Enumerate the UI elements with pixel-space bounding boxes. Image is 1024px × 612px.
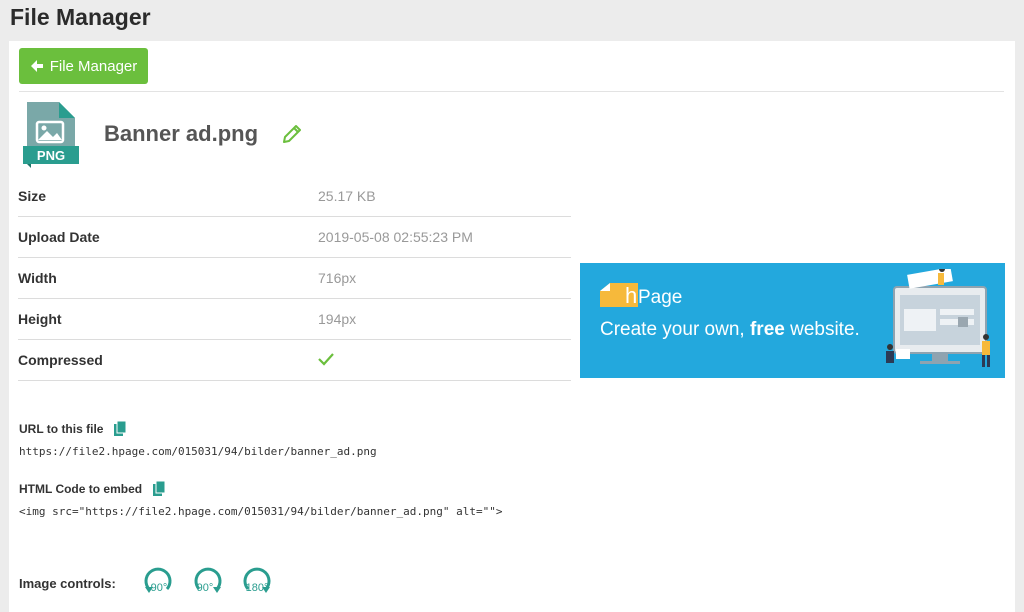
rotate-180-label: 180° [246, 582, 269, 594]
info-row-size: Size 25.17 KB [18, 176, 571, 217]
logo-letter: h [625, 283, 638, 308]
info-label: Size [18, 188, 47, 204]
png-file-icon: PNG [23, 102, 79, 168]
copy-url-icon[interactable] [113, 421, 127, 437]
rotate-left-90-button[interactable]: 90° [141, 565, 175, 599]
info-label: Upload Date [18, 229, 100, 245]
info-label: Compressed [18, 352, 103, 368]
divider [19, 91, 1004, 92]
file-name: Banner ad.png [104, 121, 259, 146]
info-label: Height [18, 311, 62, 327]
back-to-file-manager-button[interactable]: File Manager [19, 48, 148, 84]
banner-tagline: Create your own, free website. [600, 319, 860, 341]
file-details-panel: File Manager PNG Banner ad.png Size 25.1… [9, 41, 1015, 612]
tagline-bold: free [749, 319, 785, 340]
file-info-table: Size 25.17 KB Upload Date 2019-05-08 02:… [18, 176, 571, 381]
logo-text: Page [638, 287, 683, 308]
arrow-left-icon [30, 59, 44, 73]
back-button-label: File Manager [49, 57, 138, 75]
info-row-width: Width 716px [18, 258, 571, 299]
rotate-left-label: 90° [151, 582, 168, 594]
rotate-right-90-button[interactable]: 90° [191, 565, 225, 599]
pencil-edit-icon[interactable] [281, 123, 303, 145]
info-label: Width [18, 270, 57, 286]
info-row-upload-date: Upload Date 2019-05-08 02:55:23 PM [18, 217, 571, 258]
embed-label-text: HTML Code to embed [19, 482, 143, 496]
website-illustration-icon [880, 266, 1000, 378]
info-row-height: Height 194px [18, 299, 571, 340]
tagline-pre: Create your own, [600, 319, 750, 340]
file-type-label: PNG [37, 148, 65, 163]
info-row-compressed: Compressed [18, 340, 571, 381]
hpage-ad-banner[interactable]: h Page Create your own, free website. [580, 263, 1005, 378]
image-controls-label: Image controls: [19, 576, 116, 591]
url-label-text: URL to this file [19, 422, 104, 436]
tagline-post: website. [784, 319, 860, 340]
rotate-right-label: 90° [197, 582, 214, 594]
url-section-label: URL to this file [19, 421, 127, 437]
info-value: 194px [318, 311, 357, 327]
info-value: 25.17 KB [318, 188, 376, 204]
info-value: 716px [318, 270, 357, 286]
page-title: File Manager [10, 4, 151, 30]
embed-code-text[interactable]: <img src="https://file2.hpage.com/015031… [19, 505, 502, 518]
checkmark-icon [318, 352, 334, 369]
file-url-text[interactable]: https://file2.hpage.com/015031/94/bilder… [19, 445, 377, 458]
copy-embed-icon[interactable] [152, 481, 166, 497]
info-value: 2019-05-08 02:55:23 PM [318, 229, 473, 245]
embed-section-label: HTML Code to embed [19, 481, 166, 497]
rotate-180-button[interactable]: 180° [240, 565, 274, 599]
